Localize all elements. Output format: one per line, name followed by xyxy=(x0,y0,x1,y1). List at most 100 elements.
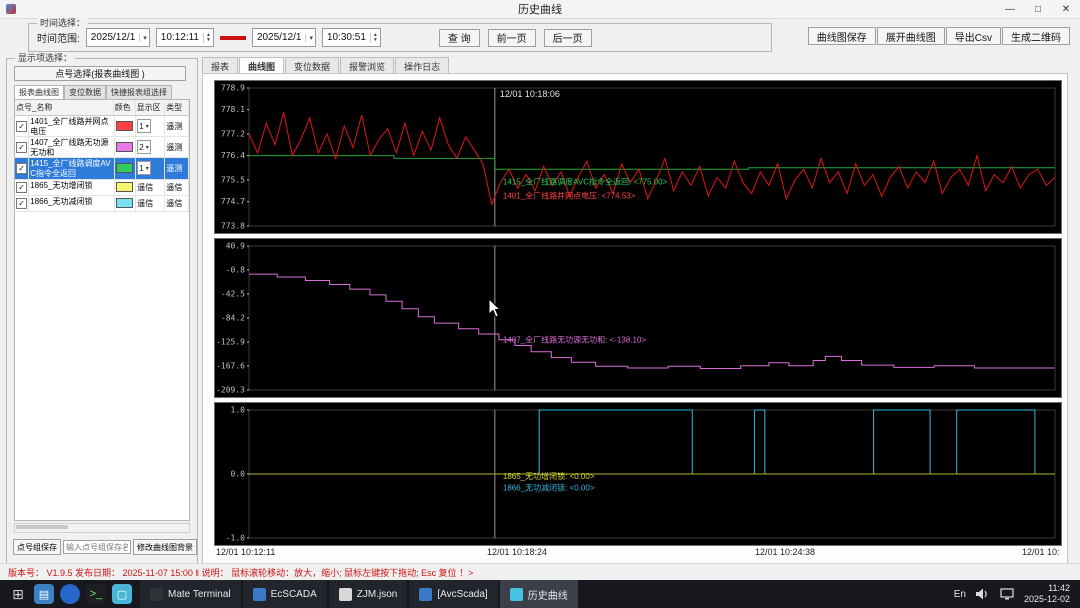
chevron-down-icon[interactable]: ▾ xyxy=(305,33,313,42)
start-menu-icon[interactable]: ⊞ xyxy=(8,584,28,604)
point-type: 遥测 xyxy=(165,116,189,137)
file-manager-icon[interactable]: ▤ xyxy=(34,584,54,604)
zone-value: 2 xyxy=(139,142,144,152)
x-axis-label-0: 12/01 10:12:11 xyxy=(216,547,276,557)
start-date-value: 2025/12/1 xyxy=(90,32,136,43)
end-time-input[interactable]: 10:30:51 ▲ ▼ xyxy=(321,28,381,47)
y-tick-label: 0.0 xyxy=(231,470,246,479)
row-checkbox[interactable]: ✓ xyxy=(16,141,28,153)
task-button-0[interactable]: Mate Terminal xyxy=(140,580,241,608)
annotation-0: 1415_全厂线路调度AVC指令全返回: <775.00> xyxy=(503,177,668,187)
display-item-group: 显示项选择： 点号选择(报表曲线图 ) 报表曲线图 变位数据 快捷报表组选择 点号_… xyxy=(6,53,198,564)
language-indicator[interactable]: En xyxy=(954,589,966,600)
plot-frame xyxy=(248,87,1056,227)
annotation-1: 1401_全厂线路并网点电压: <774.53> xyxy=(503,190,636,200)
table-row[interactable]: ✓ 1407_全厂线路无功源无功和 2 ▾ 遥测 xyxy=(15,137,189,159)
gen-qr-button[interactable]: 生成二维码 xyxy=(1002,27,1070,45)
row-checkbox[interactable]: ✓ xyxy=(16,181,28,193)
terminal-icon[interactable]: >_ xyxy=(86,584,106,604)
y-tick-label: -42.5 xyxy=(221,290,245,299)
left-tab-0[interactable]: 报表曲线图 xyxy=(14,85,64,99)
task-button-4[interactable]: 历史曲线 xyxy=(499,580,578,608)
table-row[interactable]: ✓ 1415_全厂线路调度AVC指令全返回 1 ▾ 遥测 xyxy=(15,158,189,180)
x-axis-label-3: 12/01 10:30:51 xyxy=(1021,547,1060,557)
table-row[interactable]: ✓ 1866_无功减闭锁 遥信 遥信 xyxy=(15,195,189,212)
zone-value: 1 xyxy=(139,121,144,131)
chart-panel-digital[interactable]: 1.0 0.0 -1.0 1865_无功增闭锁: <0.00> 1866_无功减闭锁: … xyxy=(214,402,1062,546)
row-checkbox[interactable]: ✓ xyxy=(16,162,28,174)
table-row[interactable]: ✓ 1865_无功增闭锁 遥信 遥信 xyxy=(15,179,189,196)
task-icon xyxy=(252,587,266,601)
table-horizontal-scrollbar[interactable] xyxy=(14,523,190,533)
time-range-label: 时间范围: xyxy=(37,34,80,45)
zone-select[interactable]: 1 ▾ xyxy=(137,161,151,176)
clock-time: 11:42 xyxy=(1048,583,1070,594)
y-tick-label: -0.8 xyxy=(226,266,245,275)
clock[interactable]: 11:42 2025-12-02 xyxy=(1024,583,1070,605)
display-icon[interactable] xyxy=(1000,588,1014,600)
task-icon xyxy=(150,587,163,601)
main-tab-1[interactable]: 曲线图 xyxy=(239,57,285,73)
window-title: 历史曲线 xyxy=(518,4,562,16)
group-name-input[interactable] xyxy=(63,540,131,554)
cursor-time-label: 12/01 10:18:06 xyxy=(500,89,560,99)
point-type: 遥测 xyxy=(165,137,189,158)
start-time-input[interactable]: 10:12:11 ▲ ▼ xyxy=(155,28,214,47)
row-checkbox[interactable]: ✓ xyxy=(16,197,28,209)
time-selection-group: 时间选择： 时间范围: 2025/12/1 ▾ 10:12:11 ▲ ▼ 2025… xyxy=(28,18,772,52)
chart-panel-voltage[interactable]: 778.9 778.1 777.2 776.4 775.5 774.7 773.8 12/01… xyxy=(214,80,1062,234)
task-button-3[interactable]: [AvcScada] xyxy=(409,580,498,608)
export-csv-button[interactable]: 导出Csv xyxy=(945,27,1001,45)
spinner-icon[interactable]: ▲ ▼ xyxy=(369,32,378,43)
monitor-app-icon[interactable]: ▢ xyxy=(112,584,132,604)
browser-icon[interactable] xyxy=(60,584,80,604)
end-date-select[interactable]: 2025/12/1 ▾ xyxy=(251,28,316,47)
scrollbar-thumb[interactable] xyxy=(16,525,68,529)
left-tab-2[interactable]: 快捷报表组选择 xyxy=(106,85,172,99)
y-tick-label: 773.8 xyxy=(221,222,245,231)
x-axis-label-1: 12/01 10:18:24 xyxy=(486,547,548,557)
spinner-icon[interactable]: ▲ ▼ xyxy=(202,32,211,43)
main-tab-0[interactable]: 报表 xyxy=(202,57,239,73)
expand-curve-button[interactable]: 展开曲线图 xyxy=(876,27,945,45)
next-page-button[interactable]: 后一页 xyxy=(543,28,592,47)
column-header-0: 点号_名称 xyxy=(15,100,114,115)
save-curve-button[interactable]: 曲线图保存 xyxy=(807,27,876,45)
maximize-button[interactable]: □ xyxy=(1024,1,1052,18)
point-select-button[interactable]: 点号选择(报表曲线图 ) xyxy=(14,66,186,81)
chart-svg-0: 778.9 778.1 777.2 776.4 775.5 774.7 773.8 12/01… xyxy=(221,84,1056,231)
main-tab-2[interactable]: 变位数据 xyxy=(285,57,340,73)
save-point-group-button[interactable]: 点号组保存 xyxy=(13,539,61,555)
task-button-1[interactable]: EcSCADA xyxy=(242,580,327,608)
chart-panel-reactive-power[interactable]: 40.9 -0.8 -42.5 -84.2 -125.9 -167.6 -209.3 1407… xyxy=(214,238,1062,398)
display-item-label: 显示项选择： xyxy=(15,53,76,64)
main-tabs: 报表 曲线图 变位数据 报警浏览 操作日志 xyxy=(202,57,450,73)
y-tick-label: 775.5 xyxy=(221,176,245,185)
table-header: 点号_名称 颜色 显示区 类型 xyxy=(15,100,189,116)
chevron-down-icon[interactable]: ▾ xyxy=(139,33,147,42)
main-tab-3[interactable]: 报警浏览 xyxy=(340,57,395,73)
point-name: 1865_无功增闭锁 xyxy=(29,179,115,195)
zone-select[interactable]: 2 ▾ xyxy=(137,140,151,155)
modify-chart-bg-button[interactable]: 修改曲线图背景 xyxy=(133,539,197,555)
task-label: EcSCADA xyxy=(270,588,317,600)
task-icon xyxy=(338,587,352,601)
row-checkbox[interactable]: ✓ xyxy=(16,120,28,132)
minimize-button[interactable]: — xyxy=(996,1,1024,18)
prev-page-button[interactable]: 前一页 xyxy=(487,28,536,47)
query-button[interactable]: 查 询 xyxy=(438,28,480,47)
left-tab-1[interactable]: 变位数据 xyxy=(64,85,106,99)
zone-select[interactable]: 1 ▾ xyxy=(137,119,151,134)
y-tick-label: -1.0 xyxy=(226,534,245,543)
color-swatch xyxy=(116,142,134,153)
main-tab-4[interactable]: 操作日志 xyxy=(395,57,450,73)
start-date-select[interactable]: 2025/12/1 ▾ xyxy=(85,28,150,47)
point-name: 1415_全厂线路调度AVC指令全返回 xyxy=(29,158,115,179)
zone-text: 遥信 xyxy=(137,198,154,208)
close-button[interactable]: ✕ xyxy=(1052,1,1080,18)
task-button-2[interactable]: ZJM.json xyxy=(328,580,408,608)
volume-icon[interactable] xyxy=(975,588,990,600)
color-swatch xyxy=(116,198,134,209)
task-icon xyxy=(419,587,433,601)
table-row[interactable]: ✓ 1401_全厂线路并网点电压 1 ▾ 遥测 xyxy=(15,116,189,138)
